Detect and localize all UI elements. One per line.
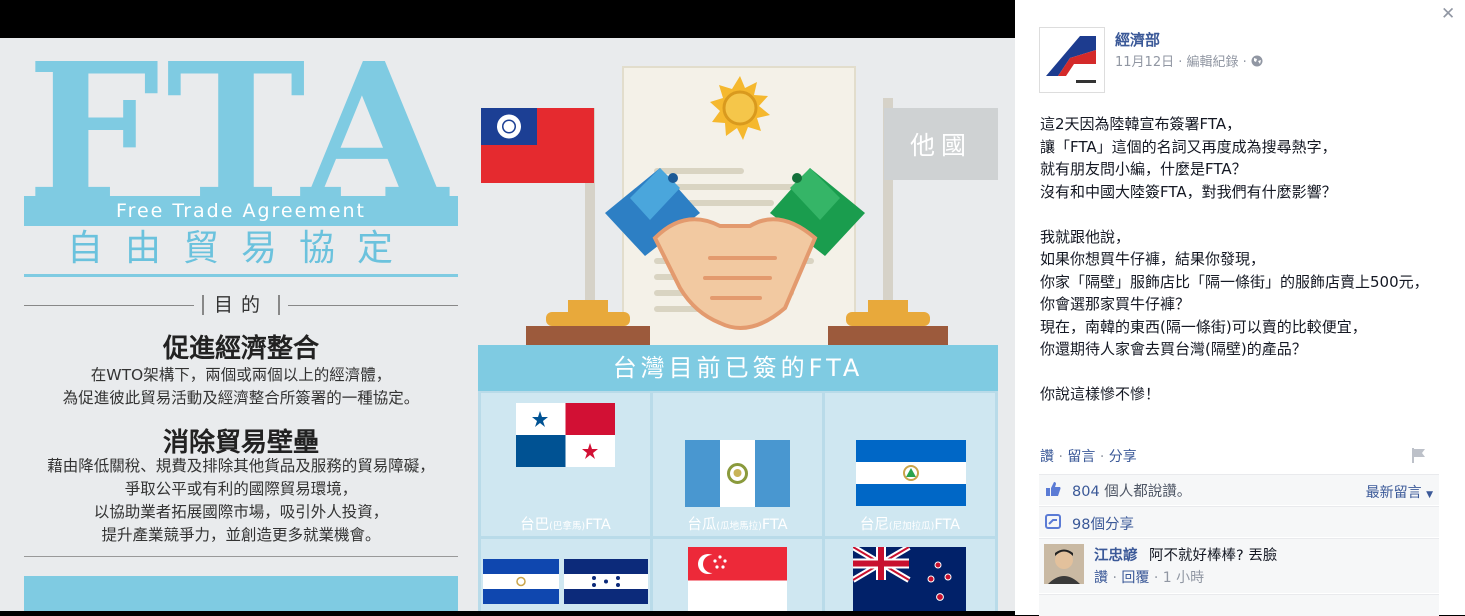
comment-reply-link[interactable]: 回覆 (1121, 570, 1149, 586)
divider (202, 295, 204, 315)
comment-time[interactable]: 1 小時 (1163, 570, 1204, 586)
edit-history-link[interactable]: 編輯紀錄 (1187, 55, 1239, 70)
photo-bottom-bar (0, 611, 1015, 615)
like-link[interactable]: 讚 (1040, 449, 1054, 465)
fta-title-graphic: FTA (27, 38, 454, 213)
likes-text[interactable]: 804 個人都說讚。 (1072, 480, 1191, 501)
panama-flag (516, 403, 615, 467)
text-line: 為促進彼此貿易活動及經濟整合所簽署的一種協定。 (62, 389, 420, 407)
purpose-label: 目的 (213, 294, 268, 316)
comment-text: 阿不就好棒棒? 丟臉 (1149, 548, 1278, 564)
fta-subtitle: Free Trade Agreement (116, 200, 366, 222)
commenter-avatar[interactable] (1044, 544, 1084, 584)
page-avatar[interactable] (1039, 27, 1105, 93)
new-zealand-flag (853, 547, 966, 611)
post-actions: 讚 · 留言 · 分享 (1040, 446, 1137, 466)
fta-caption-main: 台瓜 (687, 517, 717, 533)
fta-chinese-title: 自由貿易協定 (66, 228, 415, 269)
other-country-label: 他國 (909, 131, 972, 160)
meta-separator: · (1153, 570, 1159, 586)
infographic: FTA Free Trade Agreement 自由貿易協定 目的 促進經濟整… (0, 38, 1015, 611)
likes-summary: 804 個人都說讚。 最新留言 ▼ (1039, 474, 1439, 505)
comment-sort-label: 最新留言 (1365, 485, 1422, 501)
photo-top-bar (0, 0, 1015, 38)
heading-trade-barriers: 消除貿易壁壘 (162, 428, 319, 458)
bottom-band (24, 576, 458, 611)
meta-separator: · (1178, 55, 1183, 70)
fta-caption-main: 台尼 (859, 517, 889, 533)
sun-icon (497, 114, 521, 139)
comment-link[interactable]: 留言 (1067, 449, 1095, 465)
divider (24, 274, 458, 277)
fta-caption-country: (尼加拉瓜) (888, 521, 935, 532)
fta-caption-country: (瓜地馬拉) (716, 521, 762, 532)
text-line: 以協助業者拓展國際市場，吸引外人投資， (93, 503, 389, 521)
other-country-flag: 他國 (884, 108, 998, 180)
close-icon[interactable]: ✕ (1441, 4, 1455, 24)
honduras-flag (564, 559, 648, 604)
fta-caption-suffix: FTA (585, 517, 611, 533)
text-line: 爭取公平或有利的國際貿易環境， (124, 480, 358, 498)
fta-caption: 台巴(巴拿馬)FTA (481, 513, 650, 534)
comment-item: 江忠諺 阿不就好棒棒? 丟臉 讚 · 回覆 · 1 小時 (1039, 538, 1439, 593)
singapore-flag (688, 547, 787, 611)
report-flag-icon[interactable] (1410, 447, 1426, 463)
moea-logo-icon (1046, 36, 1096, 83)
globe-icon[interactable] (1251, 55, 1263, 67)
taiwan-flag (481, 108, 594, 183)
comment-actions: 讚 · 回覆 · 1 小時 (1094, 567, 1204, 587)
post-body: 這2天因為陸韓宣布簽署FTA， 讓「FTA」這個的名詞又再度成為搜尋熱字， 就有… (1040, 115, 1429, 403)
thumbs-up-icon (1046, 482, 1061, 496)
chevron-down-icon: ▼ (1426, 490, 1433, 500)
text-line: 藉由降低關稅、規費及排除其他貨品及服務的貿易障礙， (47, 457, 435, 475)
photo-viewer: FTA Free Trade Agreement 自由貿易協定 目的 促進經濟整… (0, 0, 1015, 615)
seal-icon (710, 76, 770, 140)
post-meta: 11月12日 · 編輯紀錄 · (1115, 51, 1263, 70)
fta-caption-main: 台巴 (520, 517, 550, 533)
likes-count[interactable]: 804 (1072, 484, 1100, 500)
meta-separator: · (1112, 570, 1117, 586)
flag-canton (481, 108, 537, 145)
signed-fta-title: 台灣目前已簽的FTA (612, 354, 864, 382)
meta-separator: · (1099, 449, 1105, 465)
text-line: 在WTO架構下，兩個或兩個以上的經濟體， (90, 366, 392, 384)
divider (24, 305, 194, 306)
divider (24, 556, 458, 557)
purpose-heading: 目的 (24, 292, 458, 318)
fta-caption: 台瓜(瓜地馬拉)FTA (653, 513, 822, 534)
text-line: 提升產業競爭力，並創造更多就業機會。 (101, 526, 381, 544)
divider (288, 305, 458, 306)
comment-like-link[interactable]: 讚 (1094, 570, 1108, 586)
fta-caption-country: (巴拿馬) (549, 521, 586, 532)
fta-caption-suffix: FTA (934, 517, 961, 533)
commenter-name[interactable]: 江忠諺 (1094, 544, 1138, 565)
comment-sort-dropdown[interactable]: 最新留言 ▼ (1366, 482, 1433, 502)
signed-fta-header: 台灣目前已簽的FTA (478, 345, 998, 391)
fta-title: FTA (27, 38, 454, 213)
share-icon (1045, 514, 1061, 529)
fta-caption: 台尼(尼加拉瓜)FTA (825, 513, 995, 534)
fta-caption-suffix: FTA (761, 517, 788, 533)
page-name-link[interactable]: 經濟部 (1115, 29, 1160, 50)
meta-separator: · (1058, 449, 1063, 465)
handshake-icon (605, 168, 865, 330)
nicaragua-flag (856, 440, 966, 506)
post-date[interactable]: 11月12日 (1115, 55, 1174, 70)
shares-count[interactable]: 98個分享 (1072, 513, 1134, 534)
heading-economic-integration: 促進經濟整合 (162, 334, 319, 364)
avatar-photo-icon (1044, 544, 1084, 584)
shares-summary: 98個分享 (1039, 506, 1439, 537)
share-link[interactable]: 分享 (1109, 449, 1137, 465)
el-salvador-flag (483, 559, 559, 604)
meta-separator: · (1242, 55, 1247, 70)
divider (278, 295, 280, 315)
likes-label: 個人都說讚。 (1104, 484, 1192, 500)
pedestal-cap (868, 300, 908, 312)
comment-item (1039, 594, 1439, 616)
guatemala-flag (685, 440, 790, 507)
